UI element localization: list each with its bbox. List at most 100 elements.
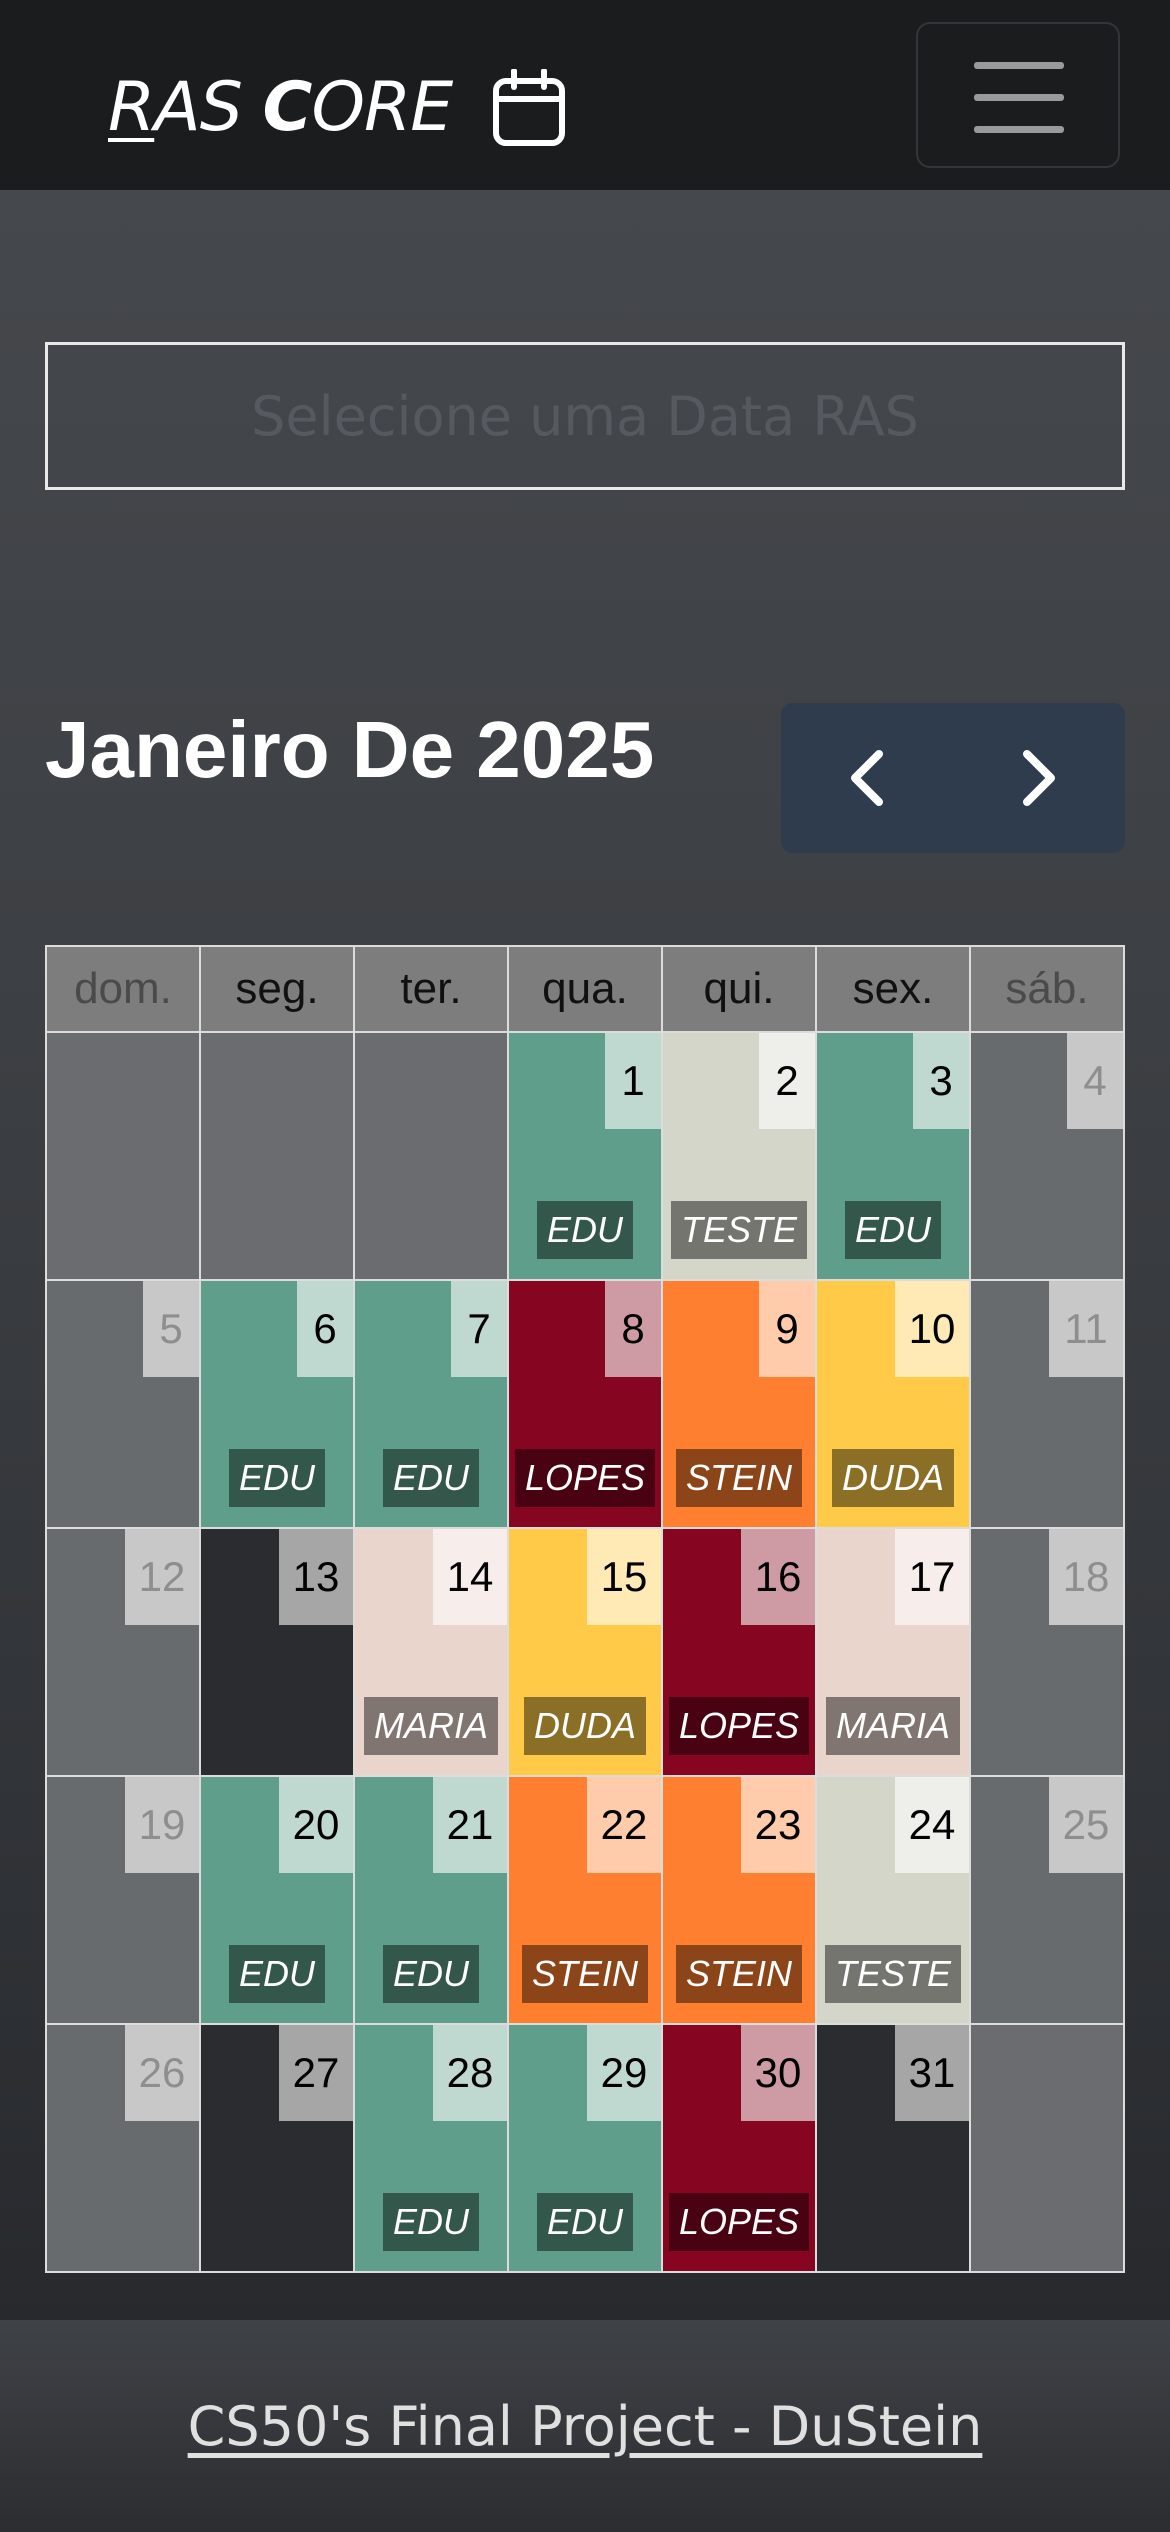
navbar: R AS C ORE [0,0,1170,190]
calendar-week-row: 19 20 EDU 21 EDU 22 STEIN 23 STEIN 24 TESTE 25 [45,1775,1125,2025]
calendar-day-cell[interactable]: 15 DUDA [507,1527,663,1777]
chevron-left-icon [851,750,883,806]
assignee-label: STEIN [675,1945,803,2003]
calendar-day-cell[interactable]: 30 LOPES [661,2023,817,2273]
calendar-empty-cell [199,1031,355,1281]
brand-text-r: R [108,68,155,147]
date-select-field[interactable]: Selecione uma Data RAS [45,342,1125,490]
calendar-day-cell[interactable]: 12 [45,1527,201,1777]
assignee-label: LOPES [668,1697,810,1755]
assignee-label: EDU [536,2193,634,2251]
calendar-day-cell[interactable]: 6 EDU [199,1279,355,1529]
next-month-button[interactable] [953,703,1125,853]
hamburger-menu-icon [974,62,1064,69]
assignee-label: EDU [536,1201,634,1259]
day-number: 6 [297,1281,353,1377]
month-nav-group [781,703,1125,853]
day-number: 22 [587,1777,661,1873]
calendar-week-row: 12 13 14 MARIA 15 DUDA 16 LOPES 17 MARIA 18 [45,1527,1125,1777]
day-number: 30 [741,2025,815,2121]
assignee-label: STEIN [675,1449,803,1507]
footer-project-link[interactable]: CS50's Final Project - DuStein [188,2395,983,2458]
calendar-week-row: 1 EDU 2 TESTE 3 EDU 4 [45,1031,1125,1281]
calendar-day-cell[interactable]: 31 [815,2023,971,2273]
day-number: 29 [587,2025,661,2121]
assignee-label: MARIA [825,1697,961,1755]
day-number: 12 [125,1529,199,1625]
calendar-day-cell[interactable]: 24 TESTE [815,1775,971,2025]
date-select-placeholder: Selecione uma Data RAS [251,384,919,448]
calendar-day-cell[interactable]: 3 EDU [815,1031,971,1281]
calendar-empty-cell [353,1031,509,1281]
day-number: 13 [279,1529,353,1625]
day-number: 20 [279,1777,353,1873]
calendar-day-cell[interactable]: 25 [969,1775,1125,2025]
day-number: 19 [125,1777,199,1873]
calendar-body: 1 EDU 2 TESTE 3 EDU 4 5 6 EDU 7 EDU 8 LOPES 9 STEIN 10 DU… [45,1031,1125,2273]
calendar-day-cell[interactable]: 9 STEIN [661,1279,817,1529]
weekday-header: seg. [199,945,355,1033]
day-number: 16 [741,1529,815,1625]
assignee-label: EDU [382,1945,480,2003]
prev-month-button[interactable] [781,703,953,853]
weekday-header: dom. [45,945,201,1033]
day-number: 3 [913,1033,969,1129]
weekday-header-row: dom. seg. ter. qua. qui. sex. sáb. [45,945,1125,1033]
weekday-header: sex. [815,945,971,1033]
calendar-icon [492,67,566,147]
assignee-label: TESTE [670,1201,808,1259]
calendar-empty-cell [45,1031,201,1281]
calendar-day-cell[interactable]: 16 LOPES [661,1527,817,1777]
main-panel: Selecione uma Data RAS Janeiro De 2025 d… [0,190,1170,2320]
assignee-label: EDU [228,1449,326,1507]
assignee-label: MARIA [363,1697,499,1755]
chevron-right-icon [1023,750,1055,806]
calendar-day-cell[interactable]: 28 EDU [353,2023,509,2273]
calendar-day-cell[interactable]: 2 TESTE [661,1031,817,1281]
calendar-day-cell[interactable]: 18 [969,1527,1125,1777]
assignee-label: EDU [844,1201,942,1259]
calendar-day-cell[interactable]: 22 STEIN [507,1775,663,2025]
calendar-day-cell[interactable]: 8 LOPES [507,1279,663,1529]
day-number: 14 [433,1529,507,1625]
day-number: 28 [433,2025,507,2121]
assignee-label: DUDA [831,1449,955,1507]
calendar-day-cell[interactable]: 5 [45,1279,201,1529]
calendar-day-cell[interactable]: 21 EDU [353,1775,509,2025]
calendar-day-cell[interactable]: 1 EDU [507,1031,663,1281]
day-number: 2 [759,1033,815,1129]
hamburger-line [974,126,1064,133]
hamburger-line [974,94,1064,101]
assignee-label: EDU [228,1945,326,2003]
calendar-day-cell[interactable]: 13 [199,1527,355,1777]
assignee-label: STEIN [521,1945,649,2003]
calendar-day-cell[interactable]: 20 EDU [199,1775,355,2025]
calendar-day-cell[interactable]: 23 STEIN [661,1775,817,2025]
weekday-header: qui. [661,945,817,1033]
calendar-day-cell[interactable]: 17 MARIA [815,1527,971,1777]
footer: CS50's Final Project - DuStein [0,2320,1170,2532]
assignee-label: DUDA [523,1697,647,1755]
calendar-day-cell[interactable]: 11 [969,1279,1125,1529]
calendar-day-cell[interactable]: 10 DUDA [815,1279,971,1529]
menu-toggle-button[interactable] [916,22,1120,168]
calendar-grid: dom. seg. ter. qua. qui. sex. sáb. 1 EDU 2 TESTE 3… [45,945,1125,2273]
brand-text-ore: ORE [311,68,453,147]
day-number: 24 [895,1777,969,1873]
calendar-day-cell[interactable]: 29 EDU [507,2023,663,2273]
assignee-label: LOPES [514,1449,656,1507]
calendar-day-cell[interactable]: 4 [969,1031,1125,1281]
day-number: 23 [741,1777,815,1873]
brand-logo[interactable]: R AS C ORE [108,67,566,147]
calendar-day-cell[interactable]: 26 [45,2023,201,2273]
calendar-day-cell[interactable]: 19 [45,1775,201,2025]
day-number: 1 [605,1033,661,1129]
weekday-header: sáb. [969,945,1125,1033]
weekday-header: ter. [353,945,509,1033]
calendar-day-cell[interactable]: 27 [199,2023,355,2273]
calendar-day-cell[interactable]: 14 MARIA [353,1527,509,1777]
calendar-week-row: 26 27 28 EDU 29 EDU 30 LOPES 31 [45,2023,1125,2273]
day-number: 26 [125,2025,199,2121]
calendar-day-cell[interactable]: 7 EDU [353,1279,509,1529]
calendar-empty-cell [969,2023,1125,2273]
